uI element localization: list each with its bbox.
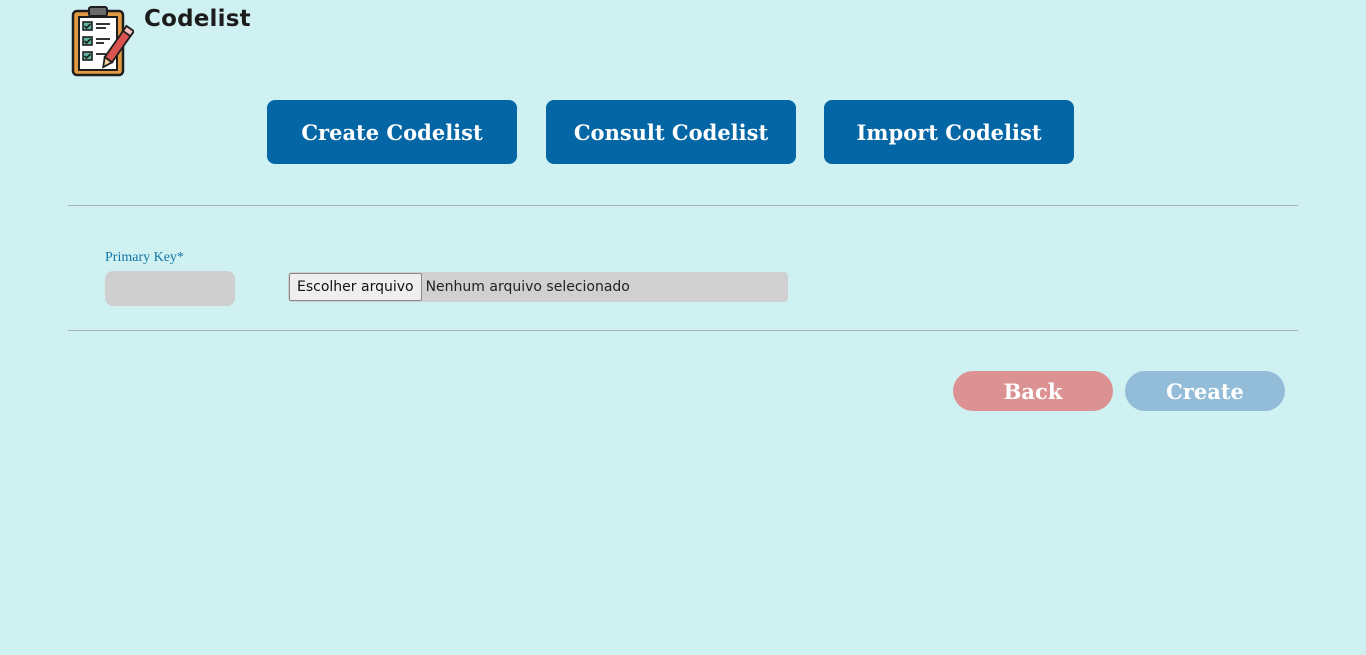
clipboard-checklist-icon bbox=[71, 6, 134, 77]
file-input[interactable]: Escolher arquivo Nenhum arquivo selecion… bbox=[288, 272, 788, 302]
primary-key-label: Primary Key* bbox=[105, 250, 184, 265]
create-button[interactable]: Create bbox=[1125, 371, 1285, 411]
back-button[interactable]: Back bbox=[953, 371, 1113, 411]
import-codelist-button[interactable]: Import Codelist bbox=[824, 100, 1074, 164]
file-status-text: Nenhum arquivo selecionado bbox=[425, 279, 630, 295]
consult-codelist-button[interactable]: Consult Codelist bbox=[546, 100, 796, 164]
create-codelist-button[interactable]: Create Codelist bbox=[267, 100, 517, 164]
choose-file-button[interactable]: Escolher arquivo bbox=[289, 273, 422, 301]
bottom-divider bbox=[68, 330, 1298, 331]
app-title: Codelist bbox=[144, 6, 251, 32]
top-divider bbox=[68, 205, 1298, 206]
primary-key-input[interactable] bbox=[105, 271, 235, 306]
